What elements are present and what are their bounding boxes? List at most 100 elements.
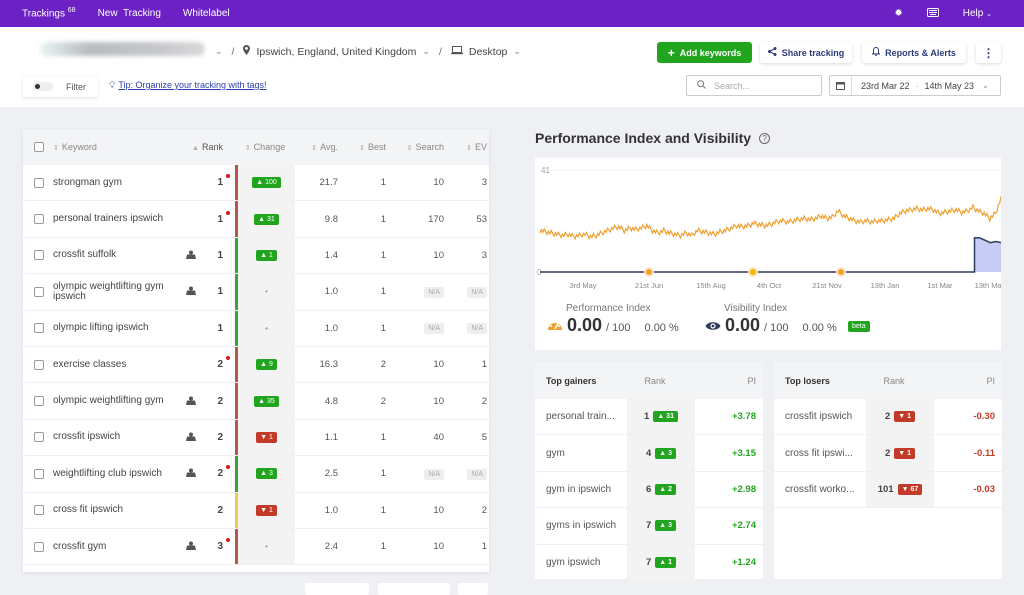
nav-new-tracking[interactable]: New Tracking xyxy=(98,8,161,19)
keyword-cell[interactable]: crossfit suffolk xyxy=(53,250,181,260)
calendar-icon xyxy=(830,76,852,95)
top-losers-row[interactable]: crossfit worko... 101 ▼ 67 -0.03 xyxy=(774,471,1002,509)
table-row[interactable]: personal trainers ipswich 1 ▲ 31 9.8 1 170 53 xyxy=(23,201,489,238)
col-keyword-label: Keyword xyxy=(61,142,97,152)
col-change-header[interactable]: ⇕ Change xyxy=(223,142,295,152)
rank-value: 1 xyxy=(217,322,223,334)
keyword-cell[interactable]: olympic lifting ipswich xyxy=(53,323,181,333)
nav-trackings[interactable]: Trackings 68 xyxy=(22,7,76,19)
top-gainers-list: personal train... 1 ▲ 31 +3.78 gym 4 ▲ 3 +3.15 g… xyxy=(535,399,763,581)
nav-trackings-label: Trackings xyxy=(22,8,65,20)
row-checkbox[interactable] xyxy=(34,323,44,334)
device-chevron-down-icon[interactable]: ⌄ xyxy=(513,46,521,57)
col-ev-header[interactable]: ⇕ EV xyxy=(444,142,487,152)
table-row[interactable]: olympic weightlifting gym 2 ▲ 35 4.8 2 10 2 xyxy=(23,383,489,420)
location-selector[interactable]: Ipswich, England, United Kingdom xyxy=(256,46,416,58)
keyword-cell[interactable]: olympic weightlifting gym xyxy=(53,396,181,406)
select-all-checkbox[interactable] xyxy=(34,142,44,152)
pagination-button[interactable] xyxy=(305,583,369,595)
local-pack-icon xyxy=(181,396,201,407)
table-row[interactable]: olympic weightlifting gym ipswich 1 • 1.0 1 N… xyxy=(23,274,489,311)
date-range-picker[interactable]: 23rd Mar 22 - 14th May 23 ⌄ xyxy=(829,75,1001,96)
row-checkbox[interactable] xyxy=(34,177,44,188)
tip-text: Tip: Organize your tracking with tags! xyxy=(118,80,267,90)
rank-cell: 1 xyxy=(201,323,223,334)
annotation-marker xyxy=(838,269,844,275)
keyword-cell[interactable]: exercise classes xyxy=(53,359,181,370)
keyword-cell[interactable]: olympic weightlifting gym ipswich xyxy=(53,281,181,302)
keywords-table: ⇕ Keyword ▲ Rank ⇕ Change ⇕ Avg. ⇕ Best ⇕ Sear… xyxy=(23,129,489,572)
performance-index-max: / 100 xyxy=(606,322,631,334)
table-row[interactable]: weightlifting club ipswich 2 ▲ 3 2.5 1 N/A N/A xyxy=(23,456,489,493)
local-pack-icon xyxy=(181,432,201,443)
filter-toggle[interactable]: Filter xyxy=(23,76,98,97)
col-keyword-header[interactable]: ⇕ Keyword xyxy=(53,142,181,152)
row-checkbox[interactable] xyxy=(34,359,44,370)
rank-cell: 7 ▲ 3 xyxy=(627,508,695,544)
keyword-cell[interactable]: weightlifting club ipswich xyxy=(53,468,181,479)
keyboard-icon[interactable] xyxy=(926,7,939,20)
site-selector-blurred[interactable] xyxy=(40,42,205,56)
row-checkbox[interactable] xyxy=(34,432,44,443)
device-selector[interactable]: Desktop xyxy=(469,46,508,58)
reports-alerts-button[interactable]: Reports & Alerts xyxy=(862,42,966,63)
change-badge: ▲ 35 xyxy=(254,395,279,407)
keyword-cell[interactable]: personal trainers ipswich xyxy=(53,214,181,224)
help-question-icon[interactable]: ? xyxy=(759,132,771,144)
pagination-button[interactable] xyxy=(458,583,488,595)
rank-cell: 2 xyxy=(201,432,223,443)
rank-cell: 3 xyxy=(201,538,230,552)
col-best-header[interactable]: ⇕ Best xyxy=(338,142,386,152)
site-chevron-down-icon[interactable]: ⌄ xyxy=(215,46,223,57)
rank-value: 2 xyxy=(217,504,223,516)
table-row[interactable]: olympic lifting ipswich 1 • 1.0 1 N/A N/A xyxy=(23,310,489,347)
row-checkbox[interactable] xyxy=(34,396,44,407)
change-badge: ▲ 3 xyxy=(256,468,277,480)
table-row[interactable]: crossfit gym 3 • 2.4 1 10 1 xyxy=(23,528,489,566)
toggle-switch[interactable] xyxy=(33,82,53,91)
keyword-cell[interactable]: crossfit ipswich xyxy=(53,432,181,442)
x-tick-label: 13th Jan xyxy=(871,281,900,290)
table-row[interactable]: cross fit ipswich 2 ▼ 1 1.0 1 10 2 xyxy=(23,492,489,529)
table-row[interactable]: crossfit suffolk 1 ▲ 1 1.4 1 10 3 xyxy=(23,237,489,275)
search-input[interactable]: Search... xyxy=(686,75,822,96)
top-losers-card: Top losers Rank PI crossfit ipswich 2 ▼ 1-… xyxy=(774,362,1002,579)
change-badge: ▲ 9 xyxy=(256,359,277,371)
share-tracking-button[interactable]: Share tracking xyxy=(760,42,852,63)
location-chevron-down-icon[interactable]: ⌄ xyxy=(422,46,430,57)
table-row[interactable]: strongman gym 1 ▲ 100 21.7 1 10 3 xyxy=(23,165,489,202)
row-checkbox[interactable] xyxy=(34,214,44,225)
keyword-cell[interactable]: strongman gym xyxy=(53,177,181,188)
search-icon xyxy=(697,80,706,91)
pagination-button[interactable] xyxy=(378,583,450,595)
top-gainers-row[interactable]: gym in ipswich 6 ▲ 2 +2.98 xyxy=(535,471,763,509)
top-losers-row[interactable]: crossfit ipswich 2 ▼ 1 -0.30 xyxy=(774,399,1002,436)
help-menu[interactable]: Help ⌄ xyxy=(963,8,992,19)
row-checkbox[interactable] xyxy=(34,286,44,297)
tags-tip-link[interactable]: 💡︎ Tip: Organize your tracking with tags! xyxy=(109,80,267,91)
keyword-cell[interactable]: cross fit ipswich xyxy=(53,505,181,515)
add-keywords-button[interactable]: + Add keywords xyxy=(657,42,752,63)
row-checkbox[interactable] xyxy=(34,250,44,261)
keyword-cell[interactable]: crossfit gym xyxy=(53,541,181,552)
rank-cell: 101 ▼ 67 xyxy=(866,471,934,508)
table-row[interactable]: exercise classes 2 ▲ 9 16.3 2 10 1 xyxy=(23,346,489,384)
rank-value: 1 xyxy=(217,286,223,298)
table-row[interactable]: crossfit ipswich 2 ▼ 1 1.1 1 40 5 xyxy=(23,419,489,457)
bug-icon[interactable]: ✹ xyxy=(894,8,902,19)
row-checkbox[interactable] xyxy=(34,505,44,516)
performance-chart[interactable]: 4103rd May 21st Jun 15th Aug 4th Oct 21st No… xyxy=(535,158,1006,298)
row-checkbox[interactable] xyxy=(34,541,44,552)
col-avg-header[interactable]: ⇕ Avg. xyxy=(295,142,338,152)
more-options-button[interactable]: ⋮ xyxy=(976,42,1001,63)
top-gainers-row[interactable]: gym 4 ▲ 3 +3.15 xyxy=(535,435,763,472)
top-gainers-row[interactable]: personal train... 1 ▲ 31 +3.78 xyxy=(535,399,763,436)
performance-panel: Performance Index and Visibility ? 41 0 3r… xyxy=(512,107,1024,588)
nav-whitelabel[interactable]: Whitelabel xyxy=(183,8,230,19)
col-search-header[interactable]: ⇕ Search xyxy=(386,142,444,152)
row-checkbox[interactable] xyxy=(34,468,44,479)
top-gainers-row[interactable]: gyms in ipswich 7 ▲ 3 +2.74 xyxy=(535,508,763,545)
top-losers-row[interactable]: cross fit ipswi... 2 ▼ 1 -0.11 xyxy=(774,435,1002,472)
top-gainers-row[interactable]: gym ipswich 7 ▲ 1 +1.24 xyxy=(535,544,763,581)
col-rank-header[interactable]: ▲ Rank xyxy=(181,142,223,152)
